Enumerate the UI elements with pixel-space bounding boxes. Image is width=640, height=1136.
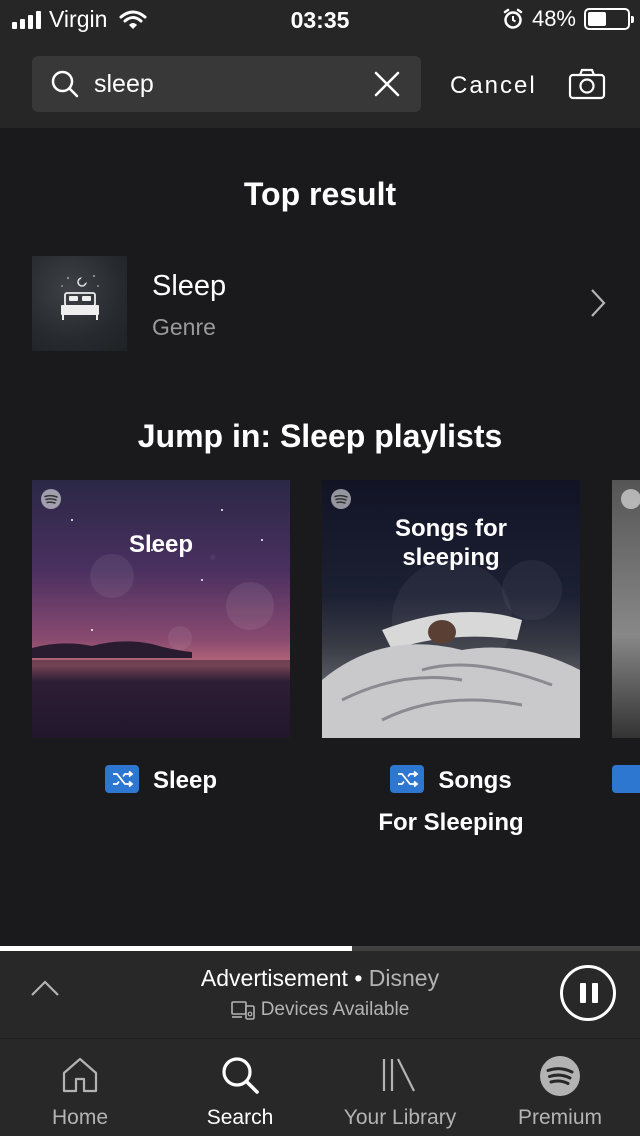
track-artist: Disney (368, 965, 440, 991)
top-result-type: Genre (152, 314, 216, 340)
status-right: 48% (502, 6, 634, 32)
track-title: Advertisement (200, 965, 348, 991)
pause-button[interactable] (560, 965, 616, 1021)
nav-search[interactable]: Search (160, 1039, 320, 1136)
clear-search-icon[interactable] (373, 70, 401, 98)
battery-percent: 48% (531, 6, 576, 31)
shuffle-icon (612, 764, 640, 793)
bed-icon (61, 275, 99, 320)
playlists-heading: Jump in: Sleep playlists (137, 418, 503, 454)
nav-premium-label: Premium (517, 1106, 602, 1129)
alarm-icon (503, 8, 523, 29)
shuffle-icon (104, 764, 139, 793)
playlist-cover-title: Sleep (128, 531, 194, 558)
pause-icon (592, 983, 598, 1003)
camera-icon[interactable] (568, 68, 606, 100)
playlist-cover: Sleep (32, 480, 290, 738)
search-icon (51, 70, 79, 98)
search-input[interactable] (94, 56, 364, 112)
library-icon (382, 1058, 415, 1092)
top-result-row[interactable]: Sleep Genre (32, 256, 612, 351)
playlist-name: Sleep (152, 767, 218, 794)
playlist-label (612, 760, 640, 802)
search-icon (222, 1057, 259, 1094)
search-header: Cancel (0, 40, 640, 128)
top-result-name: Sleep (152, 270, 227, 302)
nav-home[interactable]: Home (0, 1039, 160, 1136)
nav-home-label: Home (51, 1106, 109, 1129)
nav-library-label: Your Library (343, 1106, 457, 1129)
title-separator: • (354, 965, 363, 991)
playlist-cover-title-line1: Songs for (395, 515, 507, 542)
pause-icon (580, 983, 586, 1003)
nav-your-library[interactable]: Your Library (320, 1039, 480, 1136)
search-results: Top result Sleep Genre Jump in: Sleep pl… (0, 128, 640, 948)
spotify-logo-icon (621, 489, 640, 509)
playlist-name-line1: Songs (438, 767, 512, 794)
nav-premium[interactable]: Premium (480, 1039, 640, 1136)
bottom-nav: Home Search Your Library Premium (0, 1038, 640, 1136)
playlist-cover-title-line2: sleeping (402, 544, 500, 571)
playlist-label: Sleep (32, 760, 290, 802)
devices-label: Devices Available (260, 999, 410, 1020)
battery-level (588, 12, 607, 26)
spotify-logo-icon (540, 1056, 580, 1096)
search-box[interactable] (32, 56, 421, 112)
starry-sky-art (32, 509, 290, 738)
cancel-button[interactable]: Cancel (450, 72, 537, 100)
genre-thumbnail (32, 256, 127, 351)
playlist-card-partial[interactable] (612, 480, 640, 802)
spotify-logo-icon (41, 489, 61, 509)
home-icon (62, 1057, 98, 1093)
playlist-cover (612, 480, 640, 738)
now-playing-title: Advertisement • Disney (0, 965, 640, 992)
now-playing-bar[interactable]: Advertisement • Disney Devices Available (0, 951, 640, 1038)
playlist-label: Songs For Sleeping (322, 760, 580, 844)
battery-icon (584, 8, 634, 30)
playlist-name-line2: For Sleeping (378, 809, 524, 836)
playlist-cover-title: Songs for sleeping (322, 514, 580, 572)
spotify-logo-icon (331, 489, 351, 509)
status-bar: Virgin 03:35 48% (0, 0, 640, 40)
devices-available[interactable]: Devices Available (0, 999, 640, 1021)
top-result-heading: Top result (243, 176, 397, 212)
playlist-cover: Songs for sleeping (322, 480, 580, 738)
nav-search-label: Search (206, 1106, 274, 1129)
shuffle-icon (390, 764, 425, 793)
playlist-card-sleep[interactable]: Sleep Sleep (32, 480, 290, 802)
devices-icon (230, 1001, 255, 1020)
playlist-card-songs-for-sleeping[interactable]: Songs for sleeping Songs For Sleeping (322, 480, 580, 844)
chevron-right-icon (591, 289, 606, 317)
